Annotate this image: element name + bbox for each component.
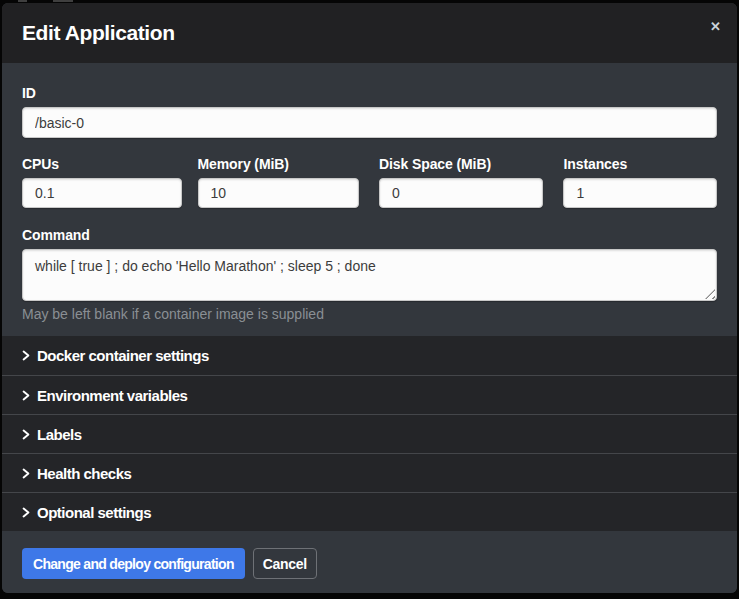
chevron-right-icon: [22, 428, 30, 441]
command-field-group: Command while [ true ] ; do echo 'Hello …: [22, 228, 717, 321]
section-label: Health checks: [37, 465, 131, 482]
modal-body: ID CPUs Memory (MiB) Disk Space (MiB) In…: [2, 63, 737, 321]
instances-input[interactable]: [563, 178, 717, 208]
command-label: Command: [22, 228, 717, 242]
edit-application-modal: Edit Application ✕ ID CPUs Memory (MiB) …: [2, 3, 737, 593]
chevron-right-icon: [22, 467, 30, 480]
close-icon[interactable]: ✕: [710, 20, 721, 33]
disk-input[interactable]: [379, 178, 543, 208]
modal-title: Edit Application: [22, 21, 175, 45]
command-help-text: May be left blank if a container image i…: [22, 307, 717, 321]
background-artifact: [53, 0, 73, 2]
chevron-right-icon: [22, 389, 30, 402]
section-labels[interactable]: Labels: [2, 414, 737, 453]
cancel-button[interactable]: Cancel: [253, 548, 317, 579]
instances-field-group: Instances: [563, 157, 717, 208]
modal-footer: Change and deploy configuration Cancel: [2, 531, 737, 593]
cpus-input[interactable]: [22, 178, 182, 208]
section-docker-container-settings[interactable]: Docker container settings: [2, 336, 737, 375]
cpus-label: CPUs: [22, 157, 182, 171]
id-field-group: ID: [22, 86, 717, 138]
modal-header: Edit Application ✕: [2, 3, 737, 63]
disk-label: Disk Space (MiB): [379, 157, 543, 171]
section-label: Optional settings: [37, 504, 151, 521]
section-optional-settings[interactable]: Optional settings: [2, 492, 737, 531]
memory-input[interactable]: [198, 178, 360, 208]
section-label: Labels: [37, 426, 82, 443]
change-and-deploy-button[interactable]: Change and deploy configuration: [22, 548, 245, 579]
chevron-right-icon: [22, 349, 30, 362]
disk-field-group: Disk Space (MiB): [379, 157, 543, 208]
instances-label: Instances: [563, 157, 717, 171]
chevron-right-icon: [22, 506, 30, 519]
memory-field-group: Memory (MiB): [198, 157, 360, 208]
section-health-checks[interactable]: Health checks: [2, 453, 737, 492]
cpus-field-group: CPUs: [22, 157, 182, 208]
id-input[interactable]: [22, 107, 717, 138]
section-label: Environment variables: [37, 387, 187, 404]
command-textarea[interactable]: while [ true ] ; do echo 'Hello Marathon…: [22, 249, 717, 301]
memory-label: Memory (MiB): [198, 157, 360, 171]
id-label: ID: [22, 86, 717, 100]
background-artifact: [18, 0, 27, 2]
resources-row: CPUs Memory (MiB) Disk Space (MiB) Insta…: [22, 157, 717, 208]
section-environment-variables[interactable]: Environment variables: [2, 375, 737, 414]
accordion-sections: Docker container settings Environment va…: [2, 336, 737, 531]
section-label: Docker container settings: [37, 347, 209, 364]
